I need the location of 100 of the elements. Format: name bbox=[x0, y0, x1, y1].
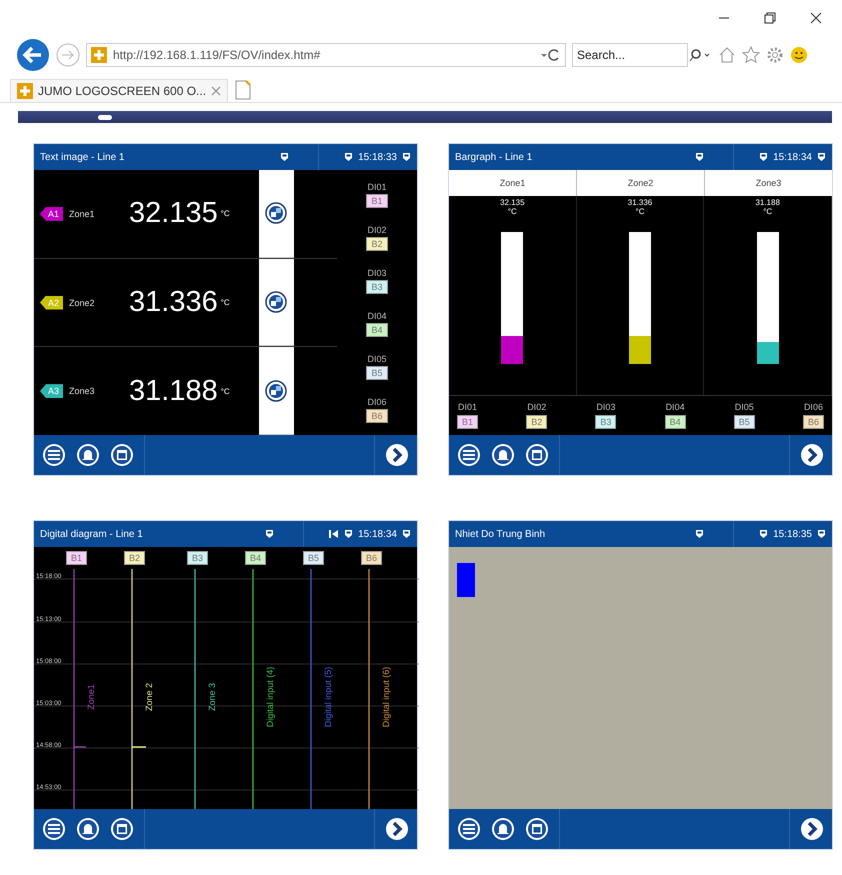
home-icon[interactable] bbox=[718, 46, 736, 64]
unit-label: °C bbox=[220, 209, 231, 218]
input-label: DI03 bbox=[367, 268, 386, 278]
zone-heading: Zone2 bbox=[577, 170, 705, 196]
input-tag: B4 bbox=[664, 415, 686, 429]
bell-icon[interactable] bbox=[76, 443, 100, 467]
measured-value: 31.188 bbox=[129, 374, 218, 408]
pin-icon[interactable] bbox=[695, 152, 704, 162]
close-icon[interactable] bbox=[810, 12, 822, 24]
input-tag: B3 bbox=[366, 280, 388, 294]
list-icon[interactable] bbox=[457, 443, 481, 467]
window-icon[interactable] bbox=[110, 443, 134, 467]
list-icon[interactable] bbox=[457, 817, 481, 841]
site-plus-icon bbox=[17, 83, 33, 99]
back-button[interactable] bbox=[16, 38, 50, 72]
pin-icon[interactable] bbox=[759, 529, 768, 539]
input-label: DI05 bbox=[734, 402, 754, 412]
panel-title: Digital diagram - Line 1 bbox=[40, 528, 144, 540]
zone-heading: Zone3 bbox=[754, 177, 782, 190]
input-tag: B1 bbox=[66, 551, 88, 565]
input-tag: B1 bbox=[366, 194, 388, 208]
clock-time: 15:18:34 bbox=[773, 152, 812, 162]
input-label: DI03 bbox=[596, 402, 616, 412]
pin-icon[interactable] bbox=[280, 152, 290, 162]
pin-icon[interactable] bbox=[817, 529, 826, 539]
channel-icon[interactable] bbox=[265, 291, 288, 313]
star-icon[interactable] bbox=[742, 46, 760, 64]
skip-back-icon[interactable] bbox=[329, 529, 340, 539]
panel-title: Bargraph - Line 1 bbox=[455, 152, 534, 162]
pin-icon[interactable] bbox=[265, 529, 274, 539]
pin-icon[interactable] bbox=[344, 529, 354, 539]
input-tag: B2 bbox=[124, 551, 146, 565]
smiley-icon[interactable] bbox=[790, 46, 808, 64]
clock-time: 15:18:34 bbox=[358, 528, 397, 540]
window-icon[interactable] bbox=[110, 817, 134, 841]
trace-label: Digital input (6) bbox=[381, 666, 391, 728]
panel-title: Text image - Line 1 bbox=[40, 152, 126, 162]
zone-name: Zone3 bbox=[69, 386, 96, 396]
pin-icon[interactable] bbox=[817, 152, 826, 162]
input-label: DI04 bbox=[666, 402, 685, 412]
trace-label: Zone1 bbox=[86, 684, 96, 710]
pin-icon[interactable] bbox=[695, 529, 704, 539]
browser-tab[interactable]: JUMO LOGOSCREEN 600 O... bbox=[10, 79, 228, 102]
zone-heading: Zone1 bbox=[449, 170, 577, 196]
unit-label: °C bbox=[508, 207, 517, 216]
search-field[interactable]: Search... bbox=[572, 43, 688, 67]
input-tag: B3 bbox=[187, 551, 208, 565]
site-plus-icon bbox=[91, 47, 107, 63]
unit-label: °C bbox=[220, 386, 231, 396]
input-label: DI01 bbox=[367, 182, 386, 192]
refresh-icon[interactable] bbox=[539, 48, 561, 62]
unit-label: °C bbox=[763, 207, 772, 216]
panel-title: Nhiet Do Trung Binh bbox=[455, 528, 546, 540]
input-tag: B5 bbox=[303, 551, 324, 565]
input-label: DI05 bbox=[367, 354, 386, 364]
bell-icon[interactable] bbox=[76, 817, 100, 841]
input-tag: B1 bbox=[457, 415, 478, 429]
input-label: DI02 bbox=[367, 225, 386, 236]
signal-level-mark bbox=[132, 746, 146, 748]
signal-level-mark bbox=[74, 746, 86, 748]
settings-icon[interactable] bbox=[766, 46, 784, 64]
trace-label: Digital input (5) bbox=[323, 666, 333, 728]
zone-name: Zone1 bbox=[69, 208, 96, 219]
bell-icon[interactable] bbox=[491, 817, 515, 841]
value-block bbox=[457, 563, 475, 597]
input-tag: B4 bbox=[245, 551, 266, 565]
clock-time: 15:18:35 bbox=[773, 528, 812, 540]
measured-value: 31.188 bbox=[755, 198, 780, 207]
channel-icon[interactable] bbox=[265, 380, 288, 402]
input-label: DI06 bbox=[804, 402, 823, 412]
measured-value: 31.336 bbox=[129, 286, 218, 319]
measured-value: 32.135 bbox=[500, 198, 525, 207]
pin-icon[interactable] bbox=[402, 152, 411, 162]
pin-icon[interactable] bbox=[759, 152, 768, 162]
menu-handle[interactable] bbox=[98, 114, 112, 120]
unit-label: °C bbox=[220, 298, 231, 307]
address-bar[interactable]: http://192.168.1.119/FS/OV/index.htm# bbox=[86, 43, 566, 67]
input-label: DI06 bbox=[367, 396, 386, 407]
bell-icon[interactable] bbox=[491, 443, 515, 467]
pin-icon[interactable] bbox=[344, 152, 354, 162]
zone-name: Zone2 bbox=[69, 298, 96, 308]
measured-value: 32.135 bbox=[129, 197, 218, 230]
input-tag: B2 bbox=[366, 237, 388, 252]
input-tag: B5 bbox=[366, 366, 388, 380]
input-tag: B2 bbox=[526, 415, 548, 429]
channel-icon[interactable] bbox=[265, 202, 288, 224]
window-icon[interactable] bbox=[525, 443, 549, 467]
input-tag: B6 bbox=[366, 408, 388, 423]
window-icon[interactable] bbox=[525, 817, 549, 841]
list-icon[interactable] bbox=[42, 443, 66, 467]
pin-icon[interactable] bbox=[402, 529, 411, 539]
search-icon[interactable] bbox=[688, 48, 712, 62]
unit-label: °C bbox=[636, 207, 644, 216]
clock-time: 15:18:33 bbox=[358, 152, 397, 162]
input-label: DI04 bbox=[367, 310, 386, 321]
list-icon[interactable] bbox=[42, 817, 66, 841]
restore-icon[interactable] bbox=[764, 12, 776, 24]
input-tag: B5 bbox=[734, 415, 755, 429]
channel-tag: A2 bbox=[40, 296, 64, 310]
input-label: DI02 bbox=[527, 402, 546, 412]
